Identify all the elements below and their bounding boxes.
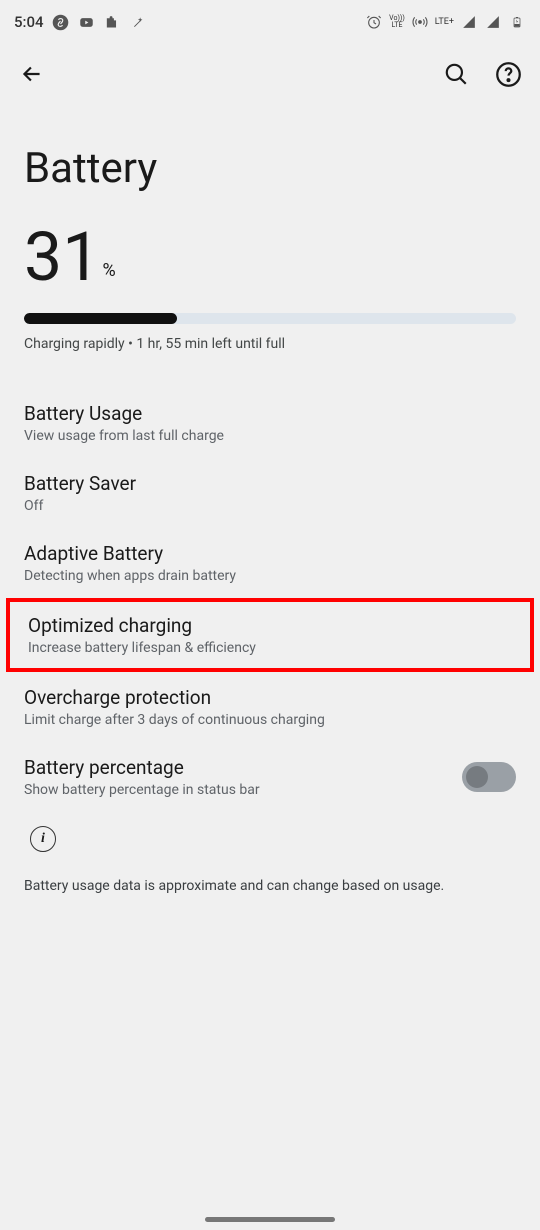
overcharge-title: Overcharge protection [24,686,516,709]
nav-handle[interactable] [205,1217,335,1222]
disclaimer-text: Battery usage data is approximate and ca… [0,856,540,916]
battery-saver-item[interactable]: Battery Saver Off [0,458,540,528]
shazam-icon [52,13,70,31]
adaptive-battery-sub: Detecting when apps drain battery [24,568,516,584]
battery-percent-value: 31 [24,223,100,291]
overcharge-protection-item[interactable]: Overcharge protection Limit charge after… [0,672,540,742]
alarm-icon [365,13,383,31]
hotspot-icon [411,13,429,31]
search-button[interactable] [442,60,470,88]
battery-saver-title: Battery Saver [24,472,516,495]
battery-progress-fill [24,313,177,324]
battery-percent-block: 31 % [0,223,540,301]
info-row: i [0,812,540,856]
help-button[interactable] [494,60,522,88]
network-type: LTE+ [435,18,454,26]
battery-usage-title: Battery Usage [24,402,516,425]
wand-icon [130,13,148,31]
battery-percentage-title: Battery percentage [24,756,462,779]
status-bar-left: 5:04 [14,13,148,31]
battery-percentage-item[interactable]: Battery percentage Show battery percenta… [0,742,540,812]
info-icon: i [30,826,56,852]
charging-status: Charging rapidly • 1 hr, 55 min left unt… [0,332,540,352]
settings-list: Battery Usage View usage from last full … [0,388,540,916]
battery-progress-bar [24,313,516,324]
toggle-knob [466,766,488,788]
status-bar: 5:04 Vo))) LTE LTE+ [0,0,540,44]
battery-usage-item[interactable]: Battery Usage View usage from last full … [0,388,540,458]
toolbar [0,44,540,104]
volte-indicator: Vo))) LTE [389,15,405,29]
page-title: Battery [0,104,540,223]
adaptive-battery-item[interactable]: Adaptive Battery Detecting when apps dra… [0,528,540,598]
extension-icon [104,13,122,31]
optimized-charging-title: Optimized charging [28,614,512,637]
signal-icon-2 [484,13,502,31]
battery-usage-sub: View usage from last full charge [24,428,516,444]
optimized-charging-sub: Increase battery lifespan & efficiency [28,640,512,656]
battery-status-icon [508,13,526,31]
status-time: 5:04 [14,13,44,31]
adaptive-battery-title: Adaptive Battery [24,542,516,565]
youtube-icon [78,13,96,31]
optimized-charging-item[interactable]: Optimized charging Increase battery life… [6,598,534,672]
battery-saver-sub: Off [24,498,516,514]
overcharge-sub: Limit charge after 3 days of continuous … [24,712,516,728]
status-bar-right: Vo))) LTE LTE+ [365,13,526,31]
percent-sign: % [102,260,115,281]
signal-icon-1 [460,13,478,31]
battery-percentage-sub: Show battery percentage in status bar [24,782,462,798]
battery-percentage-toggle[interactable] [462,762,516,792]
back-button[interactable] [18,60,46,88]
